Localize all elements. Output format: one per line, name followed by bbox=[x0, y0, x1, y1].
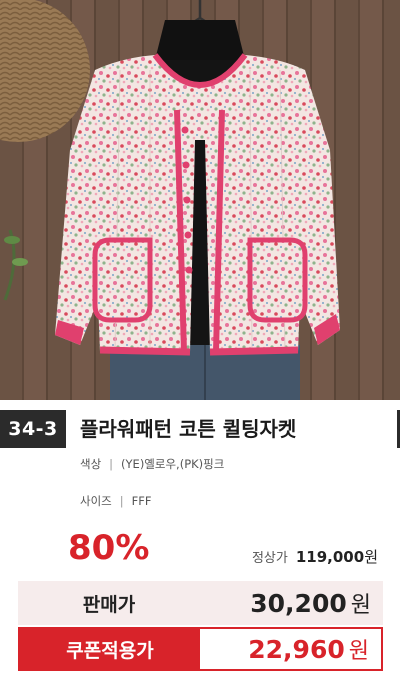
size-option-row: 사이즈 | FFF bbox=[80, 493, 151, 509]
coupon-price-value: 22,960 bbox=[248, 634, 345, 664]
separator: | bbox=[109, 457, 114, 471]
product-code-badge: 34-3 bbox=[0, 410, 66, 448]
plant-decor bbox=[3, 229, 28, 301]
coupon-price-row: 쿠폰적용가 22,960 원 bbox=[18, 627, 383, 671]
discount-rate: 80% bbox=[68, 528, 150, 568]
size-label: 사이즈 bbox=[80, 494, 112, 508]
jacket-illustration bbox=[0, 0, 340, 400]
color-option-row: 색상 | (YE)옐로우,(PK)핑크 bbox=[80, 456, 224, 472]
product-title[interactable]: 플라워패턴 코튼 퀼팅자켓 bbox=[80, 413, 296, 442]
size-value: FFF bbox=[131, 494, 152, 508]
currency-unit: 원 bbox=[350, 593, 371, 618]
currency-unit: 원 bbox=[348, 639, 369, 664]
sale-price-value: 30,200 bbox=[250, 588, 347, 618]
color-value: (YE)옐로우,(PK)핑크 bbox=[121, 457, 225, 471]
regular-price-label: 정상가 bbox=[251, 551, 288, 566]
coupon-price-label: 쿠폰적용가 bbox=[20, 629, 200, 669]
color-label: 색상 bbox=[80, 457, 102, 471]
coupon-price-value-wrap: 22,960 원 bbox=[200, 629, 381, 669]
separator: | bbox=[119, 494, 124, 508]
currency-unit: 원 bbox=[364, 548, 378, 566]
regular-price-row: 정상가 119,000원 bbox=[252, 546, 378, 567]
regular-price-value: 119,000 bbox=[295, 548, 365, 566]
wicker-basket-decor bbox=[0, 0, 90, 142]
sale-price-label: 판매가 bbox=[82, 593, 136, 616]
sale-price-value-wrap: 30,200 원 bbox=[200, 581, 383, 625]
product-image[interactable] bbox=[0, 0, 400, 400]
sale-price-row: 판매가 30,200 원 bbox=[18, 581, 383, 625]
